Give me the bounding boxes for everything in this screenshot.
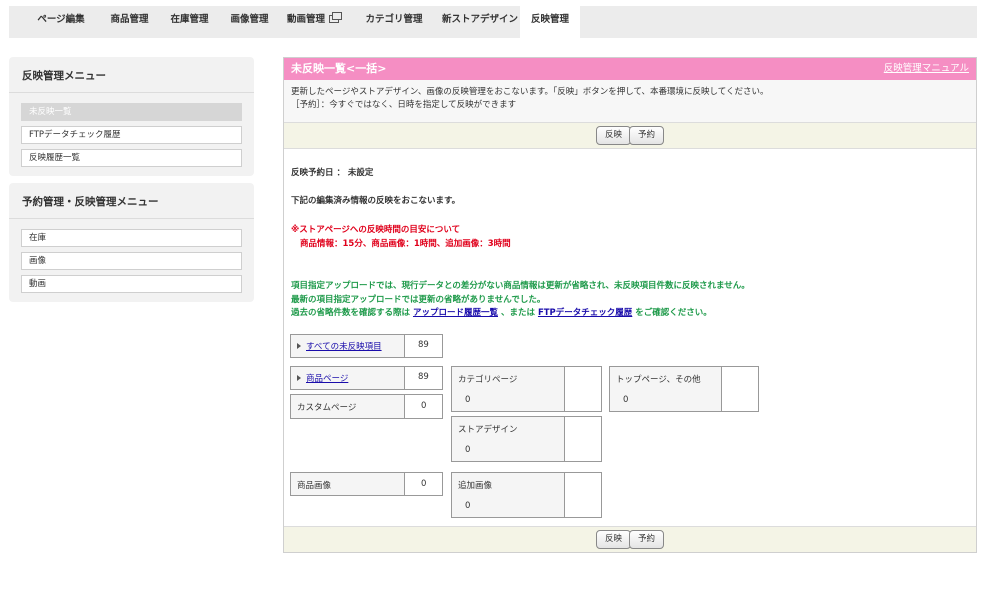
- sidebar-reserve-menu-title: 予約管理・反映管理メニュー: [9, 183, 254, 219]
- tab-video-management[interactable]: 動画管理: [277, 6, 349, 38]
- sidebar-publish-menu-title: 反映管理メニュー: [9, 57, 254, 93]
- description-line-2: ［予約］：今すぐではなく、日時を指定して反映ができます: [291, 100, 517, 110]
- tab-publish-management[interactable]: 反映管理: [520, 6, 580, 38]
- count-extra-image: 追加画像 0: [451, 472, 602, 518]
- category-page-label: カテゴリページ: [458, 375, 518, 385]
- schedule-date: 反映予約日 ： 未設定: [291, 168, 374, 178]
- sidebar-item-stock[interactable]: 在庫: [21, 229, 242, 247]
- count-custom-page: カスタムページ 0: [290, 394, 443, 419]
- main-panel: 未反映一覧<一括> 反映管理マニュアル 更新したページやストアデザイン、画像の反…: [283, 57, 977, 553]
- count-item-image-cell: 0: [404, 473, 442, 495]
- tab-new-store-design[interactable]: 新ストアデザイン: [430, 6, 530, 38]
- count-all: すべての未反映項目 89: [290, 334, 443, 358]
- top-nav: ページ編集 商品管理 在庫管理 画像管理 動画管理 カテゴリ管理 新ストアデザイ…: [9, 6, 977, 38]
- description-line-1: 更新したページやストアデザイン、画像の反映管理をおこないます。「反映」ボタンを押…: [291, 87, 769, 97]
- item-page-link[interactable]: 商品ページ: [306, 374, 348, 384]
- count-item-page-value: 89: [418, 372, 429, 382]
- sidebar-item-ftp-check-history[interactable]: FTPデータチェック履歴: [21, 126, 242, 144]
- main-header: 未反映一覧<一括> 反映管理マニュアル: [284, 58, 976, 80]
- count-custom-page-value: 0: [421, 401, 427, 411]
- bottom-button-bar: 反映 予約: [284, 526, 976, 552]
- triangle-right-icon: [297, 375, 301, 381]
- tab-video-label: 動画管理: [286, 14, 325, 25]
- description-box: 更新したページやストアデザイン、画像の反映管理をおこないます。「反映」ボタンを押…: [284, 80, 976, 123]
- publish-button-bottom[interactable]: 反映: [595, 530, 631, 549]
- custom-page-label: カスタムページ: [297, 403, 357, 413]
- count-top-page-cell: [721, 367, 758, 411]
- tab-image-management[interactable]: 画像管理: [217, 6, 282, 38]
- count-category-page-cell: [564, 367, 601, 411]
- count-top-page-value: 0: [623, 395, 629, 405]
- tab-category-management[interactable]: カテゴリ管理: [354, 6, 434, 38]
- info-line-3-pre: 過去の省略件数を確認する際は: [291, 308, 411, 318]
- count-extra-image-cell: [564, 473, 601, 517]
- info-line-1: 項目指定アップロードでは、現行データとの差分がない商品情報は更新が省略され、未反…: [291, 281, 750, 291]
- count-custom-page-cell: 0: [404, 395, 442, 418]
- info-line-2: 最新の項目指定アップロードでは更新の省略がありませんでした。: [291, 295, 546, 305]
- ftp-check-history-link[interactable]: FTPデータチェック履歴: [538, 308, 632, 318]
- tab-item-management[interactable]: 商品管理: [97, 6, 162, 38]
- info-line-3-mid: 、または: [500, 308, 535, 318]
- sidebar-publish-menu: 反映管理メニュー 未反映一覧 FTPデータチェック履歴 反映履歴一覧: [9, 57, 254, 176]
- top-button-bar: 反映 予約: [284, 123, 976, 149]
- sidebar-item-image[interactable]: 画像: [21, 252, 242, 270]
- info-line-3: 過去の省略件数を確認する際は アップロード履歴一覧 、または FTPデータチェッ…: [291, 306, 712, 318]
- count-item-image: 商品画像 0: [290, 472, 443, 496]
- item-image-label: 商品画像: [297, 481, 332, 491]
- top-page-label: トップページ、その他: [616, 375, 701, 385]
- sidebar-item-video[interactable]: 動画: [21, 275, 242, 293]
- page-title: 未反映一覧<一括>: [291, 62, 387, 75]
- count-item-page-cell: 89: [404, 367, 442, 389]
- count-store-design-value: 0: [465, 445, 471, 455]
- count-item-image-value: 0: [421, 479, 427, 489]
- sidebar-reserve-menu: 予約管理・反映管理メニュー 在庫 画像 動画: [9, 183, 254, 302]
- count-extra-image-value: 0: [465, 501, 471, 511]
- store-design-label: ストアデザイン: [458, 425, 518, 435]
- count-all-cell: 89: [404, 335, 442, 357]
- count-category-page: カテゴリページ 0: [451, 366, 602, 412]
- info-line-3-post: をご確認ください。: [635, 308, 712, 318]
- reserve-button[interactable]: 予約: [629, 126, 665, 145]
- upload-history-link[interactable]: アップロード履歴一覧: [413, 308, 498, 318]
- count-category-page-value: 0: [465, 395, 471, 405]
- all-unpublished-link[interactable]: すべての未反映項目: [306, 342, 382, 352]
- count-item-page: 商品ページ 89: [290, 366, 443, 390]
- triangle-right-icon: [297, 343, 301, 349]
- tab-stock-management[interactable]: 在庫管理: [157, 6, 222, 38]
- tab-page-edit[interactable]: ページ編集: [21, 6, 101, 38]
- extra-image-label: 追加画像: [458, 481, 493, 491]
- publish-note: 下記の編集済み情報の反映をおこないます。: [291, 196, 461, 206]
- count-store-design: ストアデザイン 0: [451, 416, 602, 462]
- publish-button[interactable]: 反映: [595, 126, 631, 145]
- count-all-value: 89: [418, 340, 429, 350]
- new-window-icon: [329, 12, 342, 23]
- timing-warning-detail: 商品情報：15分、商品画像：1時間、追加画像：3時間: [300, 239, 511, 249]
- reserve-button-bottom[interactable]: 予約: [629, 530, 665, 549]
- publish-manual-link[interactable]: 反映管理マニュアル: [884, 58, 969, 80]
- count-store-design-cell: [564, 417, 601, 461]
- sidebar-item-unpublished-list[interactable]: 未反映一覧: [21, 103, 242, 121]
- sidebar-item-publish-history[interactable]: 反映履歴一覧: [21, 149, 242, 167]
- count-top-page: トップページ、その他 0: [609, 366, 759, 412]
- timing-warning-title: ※ストアページへの反映時間の目安について: [291, 225, 461, 235]
